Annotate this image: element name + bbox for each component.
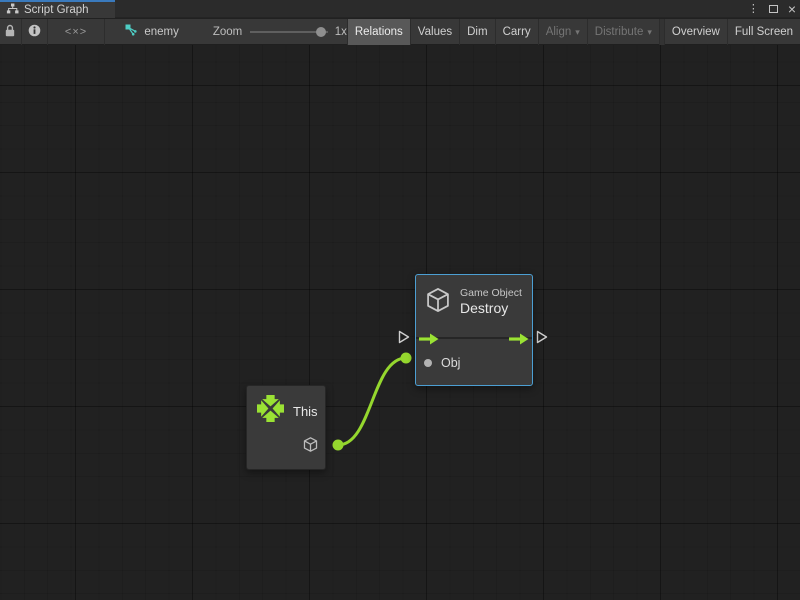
code-icon: <×>: [65, 26, 87, 38]
game-object-cube-icon: [424, 286, 452, 319]
close-icon[interactable]: ×: [788, 2, 796, 16]
destroy-node[interactable]: Game Object Destroy Obj: [415, 274, 533, 386]
relations-button[interactable]: Relations: [347, 19, 410, 45]
graph-canvas[interactable]: [0, 45, 800, 600]
hierarchy-icon: [6, 1, 19, 19]
window-controls: ⋮ ×: [748, 0, 796, 18]
graph-icon: [125, 24, 138, 39]
this-node-title: This: [293, 404, 318, 419]
zoom-value: 1x: [335, 26, 347, 38]
flow-output-connector-icon[interactable]: [536, 330, 548, 349]
values-button-label: Values: [418, 26, 452, 38]
align-button[interactable]: Align ▾: [538, 19, 587, 45]
values-button[interactable]: Values: [410, 19, 459, 45]
this-self-icon: [257, 395, 284, 427]
full-screen-button[interactable]: Full Screen: [727, 19, 800, 45]
distribute-button-label: Distribute: [595, 26, 644, 38]
chevron-down-icon: ▾: [647, 27, 652, 38]
graph-breadcrumb[interactable]: enemy: [125, 24, 179, 39]
distribute-button[interactable]: Distribute ▾: [587, 19, 659, 45]
info-button[interactable]: [22, 19, 47, 45]
overview-button-label: Overview: [672, 26, 720, 38]
graph-toolbar: <×> enemy Zoom 1x Relations: [0, 19, 800, 45]
zoom-label: Zoom: [213, 26, 242, 38]
full-screen-button-label: Full Screen: [735, 26, 793, 38]
flow-output-port-icon[interactable]: [509, 332, 529, 350]
toolbar-separator: [104, 19, 105, 45]
this-node-header: This: [247, 386, 325, 436]
destroy-node-category: Game Object: [460, 287, 522, 300]
destroy-node-title: Destroy: [460, 300, 522, 318]
toolbar-buttons: Relations Values Dim Carry Align ▾ Distr…: [347, 19, 800, 45]
lock-button[interactable]: [0, 19, 21, 45]
info-icon: [28, 24, 41, 40]
zoom-slider[interactable]: [250, 27, 327, 37]
flow-input-connector-icon[interactable]: [398, 330, 410, 349]
lock-icon: [4, 24, 16, 40]
chevron-down-icon: ▾: [575, 27, 580, 38]
window-menu-icon[interactable]: ⋮: [748, 4, 759, 15]
carry-button[interactable]: Carry: [495, 19, 538, 45]
dim-button-label: Dim: [467, 26, 487, 38]
zoom-slider-handle[interactable]: [316, 27, 326, 37]
obj-input-port[interactable]: [424, 359, 432, 367]
carry-button-label: Carry: [503, 26, 531, 38]
tab-bar: Script Graph ⋮ ×: [0, 0, 800, 18]
obj-input-row: Obj: [416, 349, 532, 377]
dim-button[interactable]: Dim: [459, 19, 494, 45]
destroy-node-header: Game Object Destroy: [416, 275, 532, 329]
obj-port-label: Obj: [441, 356, 460, 370]
align-button-label: Align: [546, 26, 572, 38]
overview-button[interactable]: Overview: [664, 19, 727, 45]
graph-name: enemy: [144, 26, 179, 38]
tab-script-graph[interactable]: Script Graph: [0, 0, 115, 18]
relations-button-label: Relations: [355, 26, 403, 38]
tab-label: Script Graph: [24, 4, 89, 16]
script-graph-window: Script Graph ⋮ ×: [0, 0, 800, 600]
this-node[interactable]: This: [246, 385, 326, 470]
flow-input-port-icon[interactable]: [419, 332, 439, 350]
this-output-port-icon[interactable]: [302, 436, 319, 458]
code-view-button[interactable]: <×>: [48, 19, 105, 45]
maximize-icon[interactable]: [769, 5, 778, 13]
